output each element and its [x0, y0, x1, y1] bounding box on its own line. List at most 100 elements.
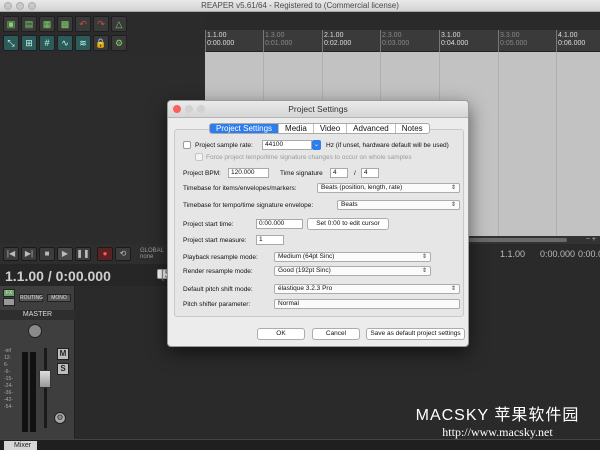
settings-tabs: Project Settings Media Video Advanced No…	[209, 123, 430, 134]
docker-tabs: Mixer	[0, 439, 600, 450]
meter-right	[30, 352, 36, 432]
tab-advanced[interactable]: Advanced	[346, 124, 395, 133]
pitch-shift-label: Default pitch shift mode:	[183, 286, 253, 293]
start-time-label: Project start time:	[183, 221, 234, 228]
redo-icon[interactable]: ↷	[93, 16, 109, 32]
cancel-button[interactable]: Cancel	[312, 328, 360, 340]
playback-resample-label: Playback resample mode:	[183, 254, 258, 261]
gear-icon[interactable]: ⚙	[54, 412, 66, 424]
chevron-updown-icon: ⇕	[450, 286, 456, 292]
chevron-updown-icon: ⇕	[421, 268, 427, 274]
lock-icon[interactable]: 🔒	[93, 35, 109, 51]
ruler-mark: 3.1.00 0:04.000	[441, 32, 469, 47]
play-icon[interactable]: ▶	[57, 247, 73, 261]
pan-knob[interactable]	[28, 324, 42, 338]
item-grouping-icon[interactable]: ⊞	[21, 35, 37, 51]
pitch-shift-select[interactable]: élastique 3.2.3 Pro ⇕	[274, 284, 460, 294]
lock-settings-icon[interactable]: ⚙	[111, 35, 127, 51]
render-resample-label: Render resample mode:	[183, 268, 253, 275]
ruler-mark: 2.3.00 0:03.000	[382, 32, 410, 47]
chevron-updown-icon: ⇕	[421, 254, 427, 260]
sample-rate-checkbox[interactable]	[183, 141, 191, 149]
ruler-mark: 1.3.00 0:01.000	[265, 32, 293, 47]
dialog-titlebar: Project Settings	[168, 101, 468, 118]
time-signature-numerator[interactable]: 4	[330, 168, 348, 178]
watermark-brand: MACSKY 苹果软件园	[415, 407, 580, 424]
settings-panel: Project sample rate: 44100 ⌄ Hz (if unse…	[174, 129, 464, 317]
watermark: MACSKY 苹果软件园 http://www.macsky.net	[395, 407, 600, 439]
timebase-tempo-select[interactable]: Beats ⇕	[337, 200, 460, 210]
ruler-mark: 3.3.00 0:05.000	[500, 32, 528, 47]
master-channel-strip: FX ROUTING MONO MASTER -inf 12- 6- -6- -…	[0, 286, 75, 439]
global-automation[interactable]: GLOBAL none	[140, 248, 164, 260]
bpm-label: Project BPM:	[183, 170, 221, 177]
save-as-default-button[interactable]: Save as default project settings	[366, 328, 465, 340]
tab-notes[interactable]: Notes	[394, 124, 429, 133]
stop-icon[interactable]: ■	[39, 247, 55, 261]
master-label: MASTER	[0, 310, 75, 320]
tab-media[interactable]: Media	[278, 124, 313, 133]
zoom-controls-icon[interactable]: − +	[586, 236, 596, 244]
save-project-icon[interactable]: ▦	[39, 16, 55, 32]
chevron-updown-icon: ⇕	[450, 202, 456, 208]
selection-length: 0:00.000	[578, 249, 600, 259]
fx-bypass-icon[interactable]	[3, 298, 15, 306]
selection-end: 0:00.000	[540, 249, 576, 259]
main-toolbar: ▣ ▤ ▦ ▩ ↶ ↷ △ ⤡ ⊞ # ∿ ≋ 🔒 ⚙	[0, 12, 205, 54]
ok-button[interactable]: OK	[257, 328, 305, 340]
envelope-icon[interactable]: ∿	[57, 35, 73, 51]
start-time-input[interactable]: 0:00.000	[256, 219, 303, 229]
selection-times: 1.1.00 0:00.000 0:00.000	[470, 246, 600, 262]
dialog-title: Project Settings	[288, 104, 348, 114]
render-resample-select[interactable]: Good (192pt Sinc) ⇕	[274, 266, 431, 276]
force-tempo-label: Force project tempo/time signature chang…	[206, 154, 412, 161]
time-signature-separator: /	[354, 170, 356, 177]
window-titlebar: REAPER v5.61/64 - Registered to (Commerc…	[0, 0, 600, 12]
metronome-icon[interactable]: △	[111, 16, 127, 32]
tab-project-settings[interactable]: Project Settings	[210, 124, 279, 133]
undo-icon[interactable]: ↶	[75, 16, 91, 32]
new-project-icon[interactable]: ▣	[3, 16, 19, 32]
timeline-ruler[interactable]: 1.1.00 0:00.000 1.3.00 0:01.000 2.1.00 0:02…	[205, 30, 600, 52]
mixer-tab[interactable]: Mixer	[4, 441, 38, 450]
time-signature-denominator[interactable]: 4	[361, 168, 379, 178]
snap-grid-icon[interactable]: #	[39, 35, 55, 51]
volume-fader[interactable]	[39, 370, 51, 388]
watermark-url: http://www.macsky.net	[442, 425, 553, 439]
sample-rate-dropdown-icon[interactable]: ⌄	[312, 140, 321, 150]
ruler-mark: 2.1.00 0:02.000	[324, 32, 352, 47]
pitch-param-select[interactable]: Normal	[274, 299, 460, 309]
repeat-icon[interactable]: ⟲	[115, 247, 131, 261]
record-icon[interactable]: ●	[97, 247, 113, 261]
project-settings-icon[interactable]: ▩	[57, 16, 73, 32]
auto-crossfade-icon[interactable]: ⤡	[3, 35, 19, 51]
pitch-param-label: Pitch shifter parameter:	[183, 301, 251, 308]
ripple-edit-icon[interactable]: ≋	[75, 35, 91, 51]
selection-start: 1.1.00	[500, 249, 526, 259]
routing-button[interactable]: ROUTING	[19, 294, 43, 302]
chevron-updown-icon: ⇕	[450, 185, 456, 191]
ruler-mark: 4.1.00 0:06.000	[558, 32, 586, 47]
meter-scale: -inf 12- 6- -6- -15- -24- -36- -42- -54-	[4, 348, 13, 410]
bpm-input[interactable]: 120.000	[228, 168, 269, 178]
mono-button[interactable]: MONO	[47, 294, 71, 302]
timebase-tempo-label: Timebase for tempo/time signature envelo…	[183, 202, 314, 209]
sample-rate-note: Hz (if unset, hardware default will be u…	[326, 142, 449, 149]
solo-button[interactable]: S	[57, 363, 69, 375]
mute-button[interactable]: M	[57, 348, 69, 360]
meter-left	[22, 352, 28, 432]
go-to-end-icon[interactable]: ▶|	[21, 247, 37, 261]
timebase-items-select[interactable]: Beats (position, length, rate) ⇕	[317, 183, 460, 193]
go-to-start-icon[interactable]: |◀	[3, 247, 19, 261]
window-title: REAPER v5.61/64 - Registered to (Commerc…	[201, 1, 399, 10]
force-tempo-checkbox[interactable]	[195, 153, 203, 161]
sample-rate-label: Project sample rate:	[195, 142, 253, 149]
pause-icon[interactable]: ❚❚	[75, 247, 91, 261]
set-start-to-cursor-button[interactable]: Set 0:00 to edit cursor	[307, 218, 389, 230]
tab-video[interactable]: Video	[312, 124, 346, 133]
open-project-icon[interactable]: ▤	[21, 16, 37, 32]
fx-button[interactable]: FX	[3, 289, 15, 297]
sample-rate-input[interactable]: 44100	[262, 140, 312, 150]
start-measure-input[interactable]: 1	[256, 235, 284, 245]
playback-resample-select[interactable]: Medium (64pt Sinc) ⇕	[274, 252, 431, 262]
